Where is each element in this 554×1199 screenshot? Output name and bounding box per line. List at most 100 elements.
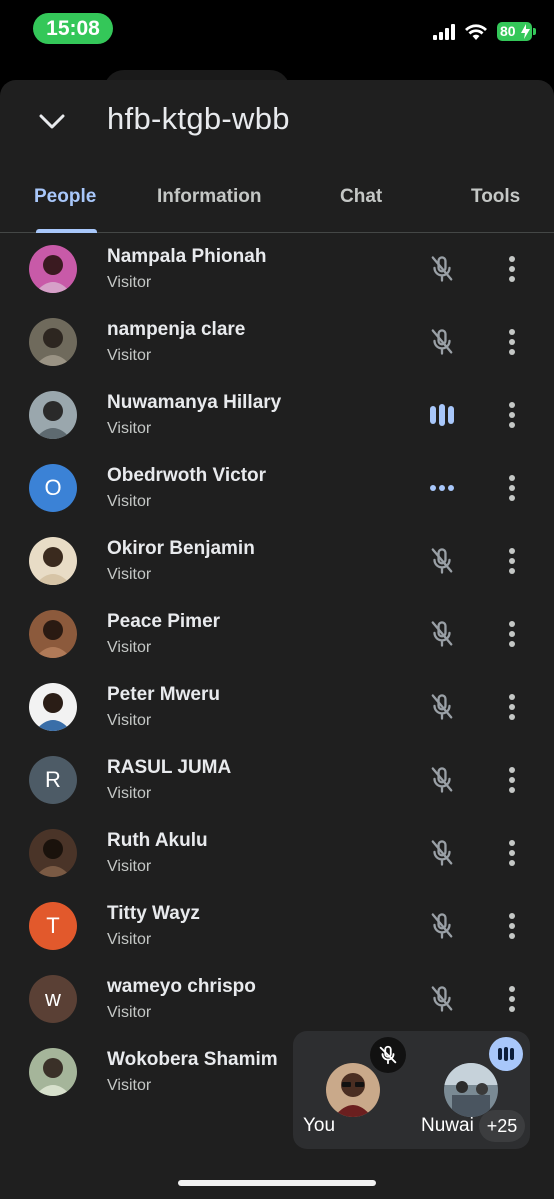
participant-more-button[interactable]: [496, 397, 528, 433]
mic-off-icon: [431, 913, 453, 939]
profile-photo-icon: [29, 537, 77, 585]
tab-information[interactable]: Information: [157, 186, 262, 208]
panel-header: hfb-ktgb-wbb: [0, 80, 554, 164]
participant-role: Visitor: [107, 420, 152, 437]
participant-row[interactable]: nampenja clare Visitor: [0, 306, 554, 379]
participant-mic-status: [424, 689, 460, 725]
participant-row[interactable]: w wameyo chrispo Visitor: [0, 963, 554, 1036]
profile-photo-icon: [29, 683, 77, 731]
speaker-photo-icon: [444, 1063, 498, 1117]
participant-avatar: [29, 683, 77, 731]
participant-name: Okiror Benjamin: [107, 538, 255, 559]
participant-mic-status: [424, 835, 460, 871]
participant-name: Nuwamanya Hillary: [107, 392, 282, 413]
more-participants-count[interactable]: +25: [479, 1110, 525, 1142]
wifi-icon: [465, 23, 487, 40]
self-mute-indicator: [370, 1037, 406, 1073]
participant-row[interactable]: Nuwamanya Hillary Visitor: [0, 379, 554, 452]
more-vert-icon: [509, 913, 515, 939]
participant-row[interactable]: O Obedrwoth Victor Visitor: [0, 452, 554, 525]
participant-avatar: [29, 829, 77, 877]
collapse-button[interactable]: [30, 102, 74, 142]
status-icons: 80: [433, 22, 536, 41]
participant-row[interactable]: Peace Pimer Visitor: [0, 598, 554, 671]
participant-more-button[interactable]: [496, 835, 528, 871]
more-vert-icon: [509, 329, 515, 355]
participant-mic-status: [424, 397, 460, 433]
tab-bar: People Information Chat Tools: [0, 176, 554, 233]
participant-more-button[interactable]: [496, 981, 528, 1017]
more-vert-icon: [509, 475, 515, 501]
participant-name: Ruth Akulu: [107, 830, 208, 851]
tab-people[interactable]: People: [34, 186, 96, 208]
participant-role: Visitor: [107, 1077, 152, 1094]
mic-off-icon: [379, 1045, 397, 1065]
participant-avatar: [29, 318, 77, 366]
participant-mic-status: [424, 251, 460, 287]
participant-row[interactable]: R RASUL JUMA Visitor: [0, 744, 554, 817]
signal-icon: [433, 23, 455, 40]
participant-more-button[interactable]: [496, 689, 528, 725]
audio-idle-icon: [430, 485, 454, 491]
more-vert-icon: [509, 621, 515, 647]
mic-off-icon: [431, 694, 453, 720]
mic-off-icon: [431, 621, 453, 647]
participant-avatar: R: [29, 756, 77, 804]
people-panel: hfb-ktgb-wbb People Information Chat Too…: [0, 80, 554, 1199]
participant-row[interactable]: Okiror Benjamin Visitor: [0, 525, 554, 598]
participant-more-button[interactable]: [496, 616, 528, 652]
more-vert-icon: [509, 402, 515, 428]
participant-role: Visitor: [107, 493, 152, 510]
participant-avatar: [29, 537, 77, 585]
participant-mic-status: [424, 470, 460, 506]
participant-avatar: T: [29, 902, 77, 950]
mic-off-icon: [431, 329, 453, 355]
participant-avatar: [29, 610, 77, 658]
profile-photo-icon: [29, 391, 77, 439]
participant-name: Obedrwoth Victor: [107, 465, 267, 486]
participant-mic-status: [424, 616, 460, 652]
participant-role: Visitor: [107, 1004, 152, 1021]
mic-off-icon: [431, 256, 453, 282]
participant-name: RASUL JUMA: [107, 757, 232, 778]
status-time: 15:08: [33, 13, 113, 44]
meeting-code: hfb-ktgb-wbb: [107, 101, 290, 136]
speaker-avatar: [444, 1063, 498, 1117]
participant-row[interactable]: T Titty Wayz Visitor: [0, 890, 554, 963]
participant-more-button[interactable]: [496, 543, 528, 579]
participant-name: Peter Mweru: [107, 684, 220, 705]
participant-role: Visitor: [107, 347, 152, 364]
more-vert-icon: [509, 548, 515, 574]
participant-name: Titty Wayz: [107, 903, 200, 924]
mic-off-icon: [431, 767, 453, 793]
participant-name: Peace Pimer: [107, 611, 221, 632]
participant-more-button[interactable]: [496, 908, 528, 944]
participant-name: Wokobera Shamim: [107, 1049, 278, 1070]
tab-tools[interactable]: Tools: [471, 186, 520, 208]
chevron-down-icon: [39, 114, 65, 129]
participant-row[interactable]: Peter Mweru Visitor: [0, 671, 554, 744]
participant-more-button[interactable]: [496, 470, 528, 506]
mic-off-icon: [431, 548, 453, 574]
participant-row[interactable]: Ruth Akulu Visitor: [0, 817, 554, 890]
participant-more-button[interactable]: [496, 762, 528, 798]
charging-icon: [521, 24, 530, 39]
battery-level: 80: [500, 23, 516, 39]
tab-chat[interactable]: Chat: [340, 186, 382, 208]
participant-more-button[interactable]: [496, 251, 528, 287]
audio-level-icon: [430, 404, 454, 426]
participant-name: Nampala Phionah: [107, 246, 267, 267]
profile-photo-icon: [29, 610, 77, 658]
participant-role: Visitor: [107, 274, 152, 291]
participant-more-button[interactable]: [496, 324, 528, 360]
self-label: You: [303, 1115, 336, 1136]
self-view-tile[interactable]: You Nuwai +25: [293, 1031, 530, 1149]
participant-list: Nampala Phionah Visitor nampenja clare Visi…: [0, 233, 554, 1109]
participant-avatar: [29, 1048, 77, 1096]
self-photo-icon: [326, 1063, 380, 1117]
home-indicator: [178, 1180, 376, 1186]
profile-photo-icon: [29, 318, 77, 366]
participant-avatar: [29, 245, 77, 293]
participant-role: Visitor: [107, 639, 152, 656]
participant-row[interactable]: Nampala Phionah Visitor: [0, 233, 554, 306]
